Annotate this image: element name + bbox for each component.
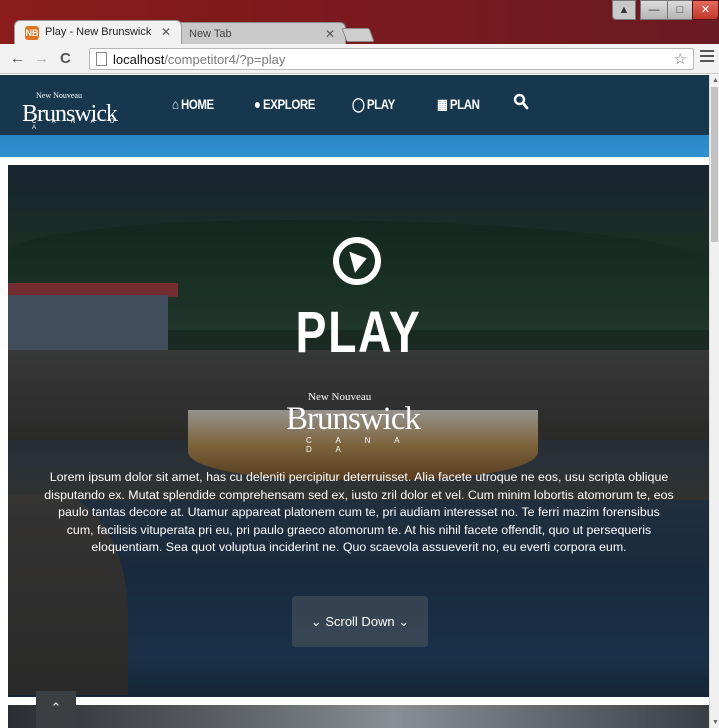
scroll-down-button[interactable]: ⌄ Scroll Down ⌄ bbox=[292, 596, 428, 647]
chevron-down-icon: ⌄ bbox=[398, 614, 410, 629]
hero-section: PLAY New Nouveau Brunswick C A N A D A L… bbox=[8, 165, 709, 697]
reload-icon[interactable]: C bbox=[60, 50, 71, 67]
close-window-button[interactable]: ✕ bbox=[692, 0, 719, 20]
play-circle-icon bbox=[333, 237, 381, 285]
next-section-preview bbox=[8, 705, 709, 728]
scroll-up-arrow-icon[interactable]: ▲ bbox=[712, 77, 719, 84]
play-icon: ◯ bbox=[352, 96, 365, 112]
page-viewport: New Nouveau Brunswick C A N A D A ⌂ HOME … bbox=[0, 75, 709, 728]
page-scrollbar[interactable]: ▲ ▼ bbox=[709, 75, 719, 728]
scrollbar-thumb[interactable] bbox=[711, 87, 718, 242]
hero-description: Lorem ipsum dolor sit amet, has cu delen… bbox=[44, 470, 674, 555]
window-title-bar: New Tab ✕ NB Play - New Brunswick ✕ ▲ — … bbox=[0, 0, 719, 44]
page-title: PLAY bbox=[295, 300, 422, 365]
tab-title: New Tab bbox=[189, 28, 232, 40]
page-icon bbox=[96, 52, 107, 66]
tab-play-new-brunswick[interactable]: NB Play - New Brunswick ✕ bbox=[14, 20, 182, 44]
close-icon[interactable]: ✕ bbox=[325, 27, 335, 41]
bookmark-star-icon[interactable]: ☆ bbox=[674, 50, 687, 68]
scroll-down-arrow-icon[interactable]: ▼ bbox=[712, 719, 719, 726]
hero-logo: New Nouveau Brunswick C A N A D A bbox=[286, 391, 421, 454]
divider bbox=[8, 697, 709, 705]
back-to-top-button[interactable]: ⌃ bbox=[36, 691, 76, 728]
globe-icon: ● bbox=[254, 96, 261, 112]
tab-title: Play - New Brunswick bbox=[45, 26, 152, 38]
chevron-up-icon: ⌃ bbox=[50, 700, 62, 715]
close-icon[interactable]: ✕ bbox=[161, 25, 171, 39]
nav-plan[interactable]: ▦ PLAN bbox=[437, 96, 480, 113]
search-icon[interactable] bbox=[513, 93, 529, 111]
tab-new-tab[interactable]: New Tab ✕ bbox=[168, 22, 346, 44]
menu-icon[interactable] bbox=[700, 50, 714, 65]
url-text: localhost/competitor4/?p=play bbox=[113, 52, 286, 67]
site-logo[interactable]: New Nouveau Brunswick C A N A D A bbox=[22, 87, 122, 131]
site-favicon-icon: NB bbox=[25, 26, 39, 40]
user-icon[interactable]: ▲ bbox=[612, 0, 636, 20]
minimize-button[interactable]: — bbox=[640, 0, 668, 20]
maximize-button[interactable]: □ bbox=[667, 0, 693, 20]
browser-toolbar: ← → C localhost/competitor4/?p=play ☆ bbox=[0, 44, 719, 74]
address-bar[interactable]: localhost/competitor4/?p=play ☆ bbox=[89, 48, 694, 70]
nav-explore[interactable]: ● EXPLORE bbox=[254, 96, 315, 112]
nav-play[interactable]: ◯ PLAY bbox=[352, 96, 395, 113]
accent-strip bbox=[0, 135, 709, 157]
page-margin bbox=[0, 157, 8, 728]
site-navbar: New Nouveau Brunswick C A N A D A ⌂ HOME … bbox=[0, 75, 709, 135]
home-icon: ⌂ bbox=[172, 96, 179, 112]
divider bbox=[8, 157, 709, 165]
forward-arrow-icon[interactable]: → bbox=[34, 50, 49, 67]
back-arrow-icon[interactable]: ← bbox=[10, 50, 25, 67]
chevron-down-icon: ⌄ bbox=[310, 614, 322, 629]
new-tab-button[interactable] bbox=[341, 28, 375, 42]
nav-home[interactable]: ⌂ HOME bbox=[172, 96, 214, 112]
map-icon: ▦ bbox=[437, 96, 448, 112]
